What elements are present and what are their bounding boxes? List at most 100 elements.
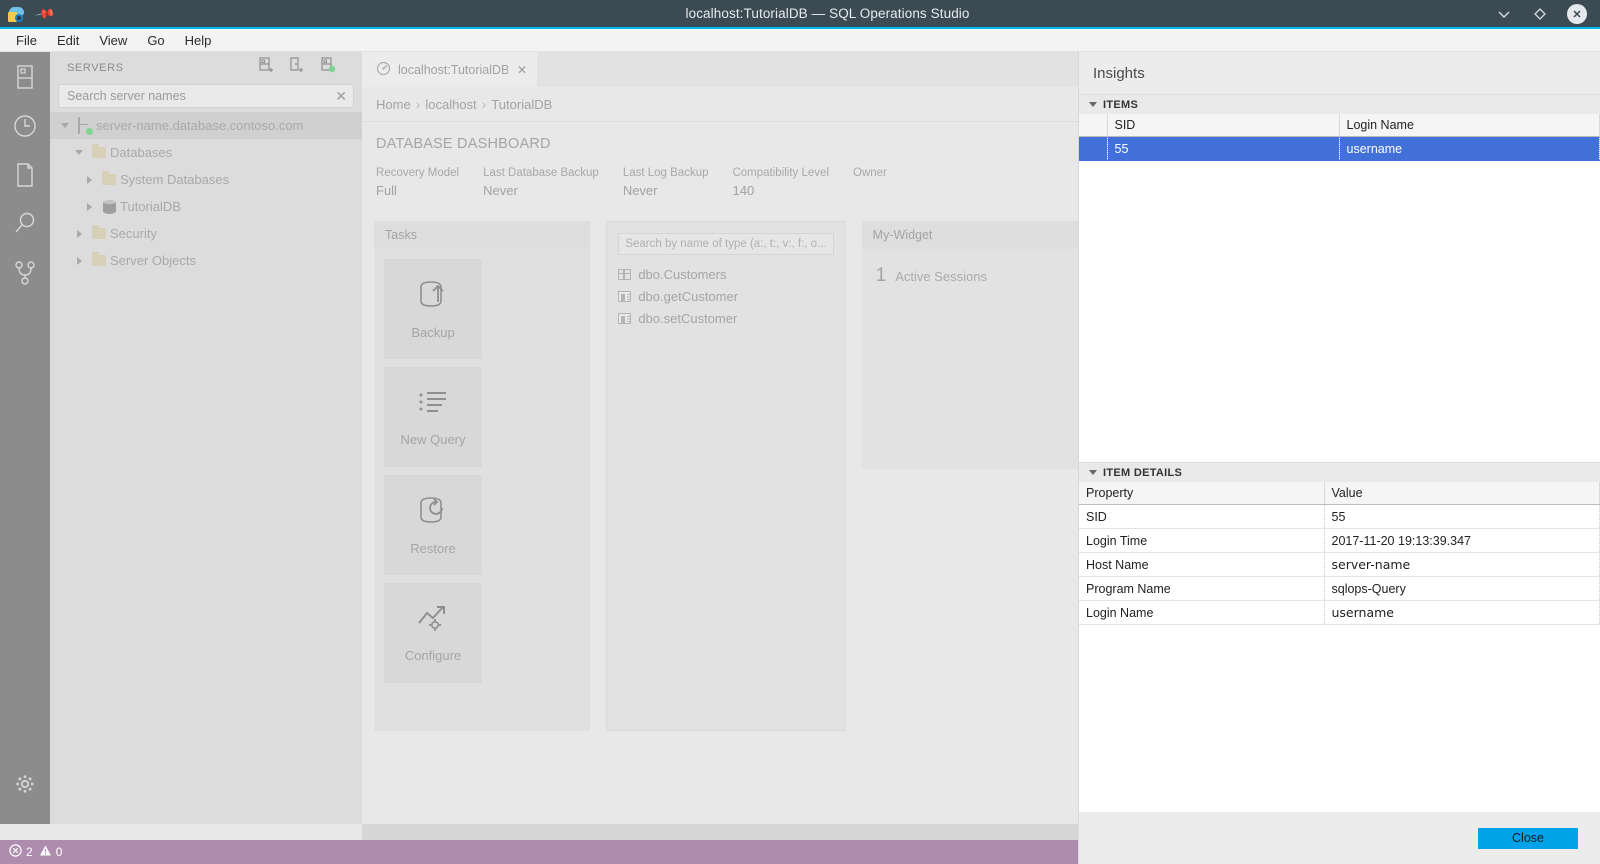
- property-label: Last Database Backup: [483, 167, 599, 179]
- list-item[interactable]: dbo.getCustomer: [618, 285, 833, 307]
- breadcrumb-tutorialdb[interactable]: TutorialDB: [491, 97, 552, 112]
- tree-item-server[interactable]: server-name.database.contoso.com: [50, 112, 362, 139]
- pin-icon[interactable]: 📌: [34, 2, 56, 24]
- cell-property: Host Name: [1079, 552, 1325, 577]
- item-details-table: Property Value SID 55 Login Time 2017-11…: [1079, 482, 1600, 625]
- twisty-down-icon[interactable]: [70, 150, 88, 155]
- new-query-list-icon: [416, 387, 450, 422]
- status-warnings[interactable]: 0: [39, 844, 62, 860]
- insights-footer: Close: [1079, 812, 1600, 864]
- twisty-down-icon[interactable]: [56, 123, 74, 128]
- clear-icon[interactable]: ✕: [331, 89, 347, 103]
- column-header-sid[interactable]: SID: [1107, 114, 1340, 137]
- activity-history[interactable]: [0, 101, 50, 150]
- cell-property: SID: [1079, 504, 1325, 529]
- property-compatibility-level: Compatibility Level 140: [732, 167, 829, 199]
- menu-go[interactable]: Go: [139, 31, 172, 50]
- activity-files[interactable]: [0, 150, 50, 199]
- object-search-input[interactable]: Search by name of type (a:, t:, v:, f:, …: [618, 233, 834, 255]
- task-label: Configure: [404, 648, 462, 663]
- task-label: Restore: [410, 541, 456, 556]
- tree-item-security[interactable]: Security: [50, 220, 362, 247]
- items-section-header[interactable]: ITEMS: [1079, 94, 1600, 114]
- server-tree: server-name.database.contoso.com Databas…: [50, 112, 362, 274]
- object-label: dbo.Customers: [638, 266, 727, 282]
- tree-item-label: TutorialDB: [120, 199, 181, 214]
- close-button[interactable]: Close: [1478, 827, 1578, 849]
- server-search-box[interactable]: ✕: [58, 84, 354, 108]
- chevron-down-icon[interactable]: [1495, 5, 1513, 23]
- cell-property: Program Name: [1079, 576, 1325, 601]
- active-connections-button[interactable]: [320, 57, 336, 79]
- tab-bar: localhost:TutorialDB ✕: [362, 52, 1078, 87]
- menu-edit[interactable]: Edit: [49, 31, 87, 50]
- my-widget: My-Widget 1 Active Sessions: [861, 221, 1078, 469]
- configure-task-button[interactable]: Configure: [384, 583, 482, 683]
- servers-sidebar: SERVERS Search server names ✕ server-nam…: [50, 52, 362, 824]
- item-details-section-header[interactable]: ITEM DETAILS: [1079, 462, 1600, 482]
- source-control-branch-icon: [15, 260, 35, 285]
- activity-servers[interactable]: [0, 52, 50, 101]
- backup-task-button[interactable]: Backup: [384, 259, 482, 359]
- table-row[interactable]: Login Name username: [1079, 600, 1600, 625]
- property-owner: Owner: [853, 167, 887, 199]
- editor-area: localhost:TutorialDB ✕ Home › localhost …: [362, 52, 1078, 824]
- activity-source-control[interactable]: [0, 248, 50, 297]
- twisty-right-icon[interactable]: [70, 229, 88, 238]
- column-header-login-name[interactable]: Login Name: [1339, 114, 1600, 137]
- tree-item-label: Security: [110, 226, 157, 241]
- restore-task-button[interactable]: Restore: [384, 475, 482, 575]
- search-input[interactable]: [67, 89, 332, 103]
- close-icon[interactable]: ✕: [515, 63, 529, 77]
- breadcrumb-localhost[interactable]: localhost: [425, 97, 476, 112]
- tab-localhost-tutorialdb[interactable]: localhost:TutorialDB ✕: [362, 52, 537, 87]
- twisty-right-icon[interactable]: [80, 175, 98, 184]
- twisty-right-icon[interactable]: [80, 202, 98, 211]
- table-row[interactable]: Host Name server-name: [1079, 552, 1600, 577]
- database-icon: [98, 199, 120, 214]
- list-item[interactable]: dbo.Customers: [618, 263, 833, 285]
- chevron-down-icon[interactable]: [1089, 470, 1097, 475]
- breadcrumb-home[interactable]: Home: [376, 97, 411, 112]
- items-table-area: SID Login Name 55 username: [1079, 114, 1600, 462]
- property-recovery-model: Recovery Model Full: [376, 167, 459, 199]
- property-label: Compatibility Level: [732, 167, 829, 179]
- table-row[interactable]: SID 55: [1079, 504, 1600, 529]
- menu-file[interactable]: File: [8, 31, 45, 50]
- stored-procedure-icon: [618, 290, 632, 302]
- status-errors[interactable]: 2: [9, 844, 33, 860]
- items-table: SID Login Name 55 username: [1079, 114, 1600, 161]
- server-icon: [74, 116, 96, 135]
- property-value: Never: [483, 183, 518, 198]
- column-header-property[interactable]: Property: [1079, 482, 1325, 505]
- close-icon[interactable]: [1567, 3, 1587, 24]
- property-value: [853, 183, 887, 199]
- new-query-task-button[interactable]: New Query: [384, 367, 482, 467]
- chevron-right-icon: ›: [481, 96, 487, 112]
- chevron-down-icon[interactable]: [1089, 102, 1097, 107]
- cell-sid: 55: [1107, 136, 1340, 161]
- database-properties: Recovery Model Full Last Database Backup…: [362, 167, 1078, 199]
- activity-search[interactable]: [0, 199, 50, 248]
- warning-triangle-icon: [39, 844, 52, 860]
- diamond-restore-icon[interactable]: [1531, 5, 1549, 23]
- table-row[interactable]: Program Name sqlops-Query: [1079, 576, 1600, 601]
- tree-item-server-objects[interactable]: Server Objects: [50, 247, 362, 274]
- list-item[interactable]: dbo.setCustomer: [618, 307, 833, 329]
- table-row[interactable]: 55 username: [1079, 136, 1600, 161]
- tasks-widget-title: Tasks: [374, 221, 591, 249]
- add-connection-button[interactable]: [258, 57, 274, 79]
- table-row[interactable]: Login Time 2017-11-20 19:13:39.347: [1079, 528, 1600, 553]
- tree-item-databases[interactable]: Databases: [50, 139, 362, 166]
- property-last-database-backup: Last Database Backup Never: [483, 167, 599, 199]
- menu-help[interactable]: Help: [177, 31, 220, 50]
- tree-item-tutorialdb[interactable]: TutorialDB: [50, 193, 362, 220]
- tree-item-system-databases[interactable]: System Databases: [50, 166, 362, 193]
- twisty-right-icon[interactable]: [70, 256, 88, 265]
- editor-bottom-strip: [362, 824, 1078, 840]
- activity-settings[interactable]: [0, 759, 50, 808]
- add-server-group-button[interactable]: [289, 57, 305, 79]
- column-header-value[interactable]: Value: [1324, 482, 1600, 505]
- menu-view[interactable]: View: [91, 31, 135, 50]
- stored-procedure-icon: [618, 312, 632, 324]
